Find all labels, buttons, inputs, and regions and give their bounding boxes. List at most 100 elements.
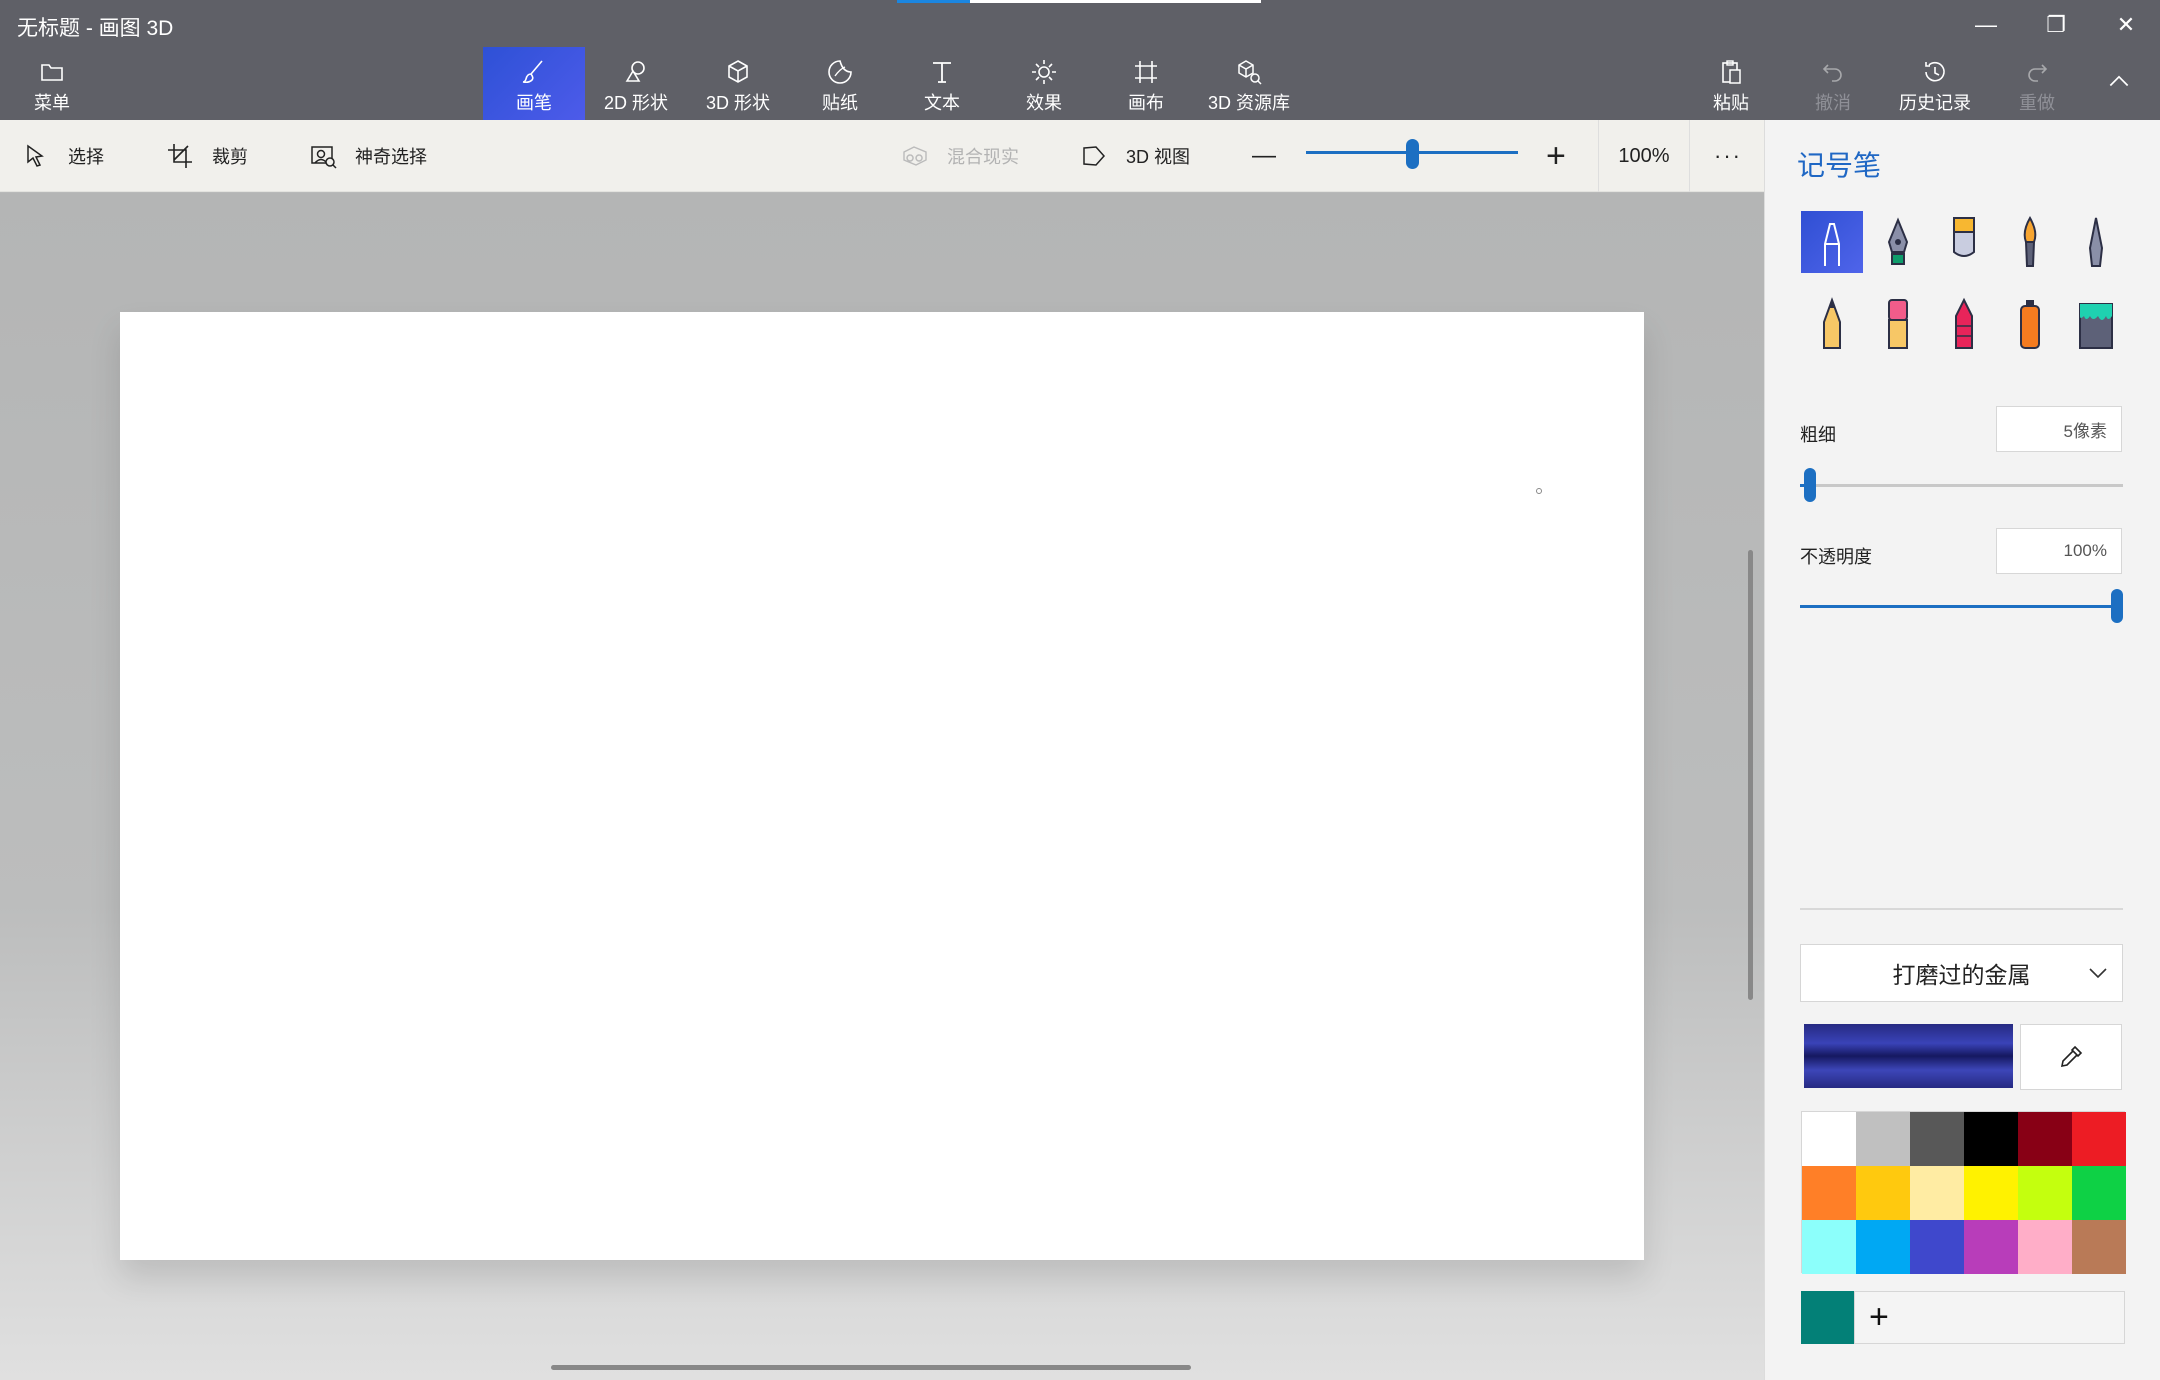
chevron-down-icon <box>2089 968 2107 979</box>
zoom-in-button[interactable]: + <box>1546 120 1566 192</box>
brush-spray-can[interactable] <box>1999 293 2061 355</box>
palette-color-14[interactable] <box>1910 1220 1964 1274</box>
palette-color-16[interactable] <box>2018 1220 2072 1274</box>
tab-stickers-label: 贴纸 <box>822 93 858 113</box>
tab-brushes-label: 画笔 <box>516 93 552 113</box>
tab-canvas-label: 画布 <box>1128 93 1164 113</box>
close-button[interactable]: ✕ <box>2092 0 2160 50</box>
palette-color-17[interactable] <box>2072 1220 2126 1274</box>
pixel-pen-icon <box>2088 217 2104 267</box>
oil-brush-icon <box>1953 217 1975 257</box>
thickness-slider-thumb[interactable] <box>1803 468 1816 502</box>
magic-select-icon <box>311 146 337 169</box>
more-options-button[interactable]: ··· <box>1714 120 1742 192</box>
calligraphy-pen-icon <box>1887 217 1909 265</box>
eyedropper-button[interactable] <box>2020 1024 2122 1090</box>
thickness-input[interactable]: 5像素 <box>1996 406 2122 452</box>
tab-3d-shapes-label: 3D 形状 <box>705 93 770 113</box>
zoom-out-button[interactable]: — <box>1252 120 1276 192</box>
palette-color-4[interactable] <box>2018 1112 2072 1166</box>
palette-color-8[interactable] <box>1910 1166 1964 1220</box>
collapse-ribbon-button[interactable] <box>2078 47 2160 120</box>
panel-divider <box>1800 908 2123 910</box>
tab-canvas[interactable]: 画布 <box>1095 47 1197 120</box>
palette-color-10[interactable] <box>2018 1166 2072 1220</box>
palette-color-12[interactable] <box>1802 1220 1856 1274</box>
palette-color-15[interactable] <box>1964 1220 2018 1274</box>
minimize-button[interactable]: — <box>1952 0 2020 50</box>
palette-color-13[interactable] <box>1856 1220 1910 1274</box>
thickness-slider-track[interactable] <box>1800 484 2123 487</box>
brush-pencil[interactable] <box>1801 293 1863 355</box>
brush-eraser[interactable] <box>1867 293 1929 355</box>
brush-crayon[interactable] <box>1933 293 1995 355</box>
drawing-canvas[interactable] <box>120 312 1644 1260</box>
brush-fill[interactable] <box>2065 293 2127 355</box>
palette-color-9[interactable] <box>1964 1166 2018 1220</box>
custom-color-swatch[interactable] <box>1801 1291 1854 1344</box>
zoom-slider-thumb[interactable] <box>1406 139 1419 169</box>
tab-3d-library[interactable]: 3D 资源库 <box>1197 47 1301 120</box>
opacity-slider-track[interactable] <box>1800 605 2123 608</box>
title-progress-fill <box>897 0 970 3</box>
crayon-icon <box>1955 297 1973 349</box>
effects-icon <box>1032 60 1056 84</box>
opacity-input[interactable]: 100% <box>1996 528 2122 574</box>
brush-cursor <box>1536 488 1542 494</box>
history-icon <box>1925 61 1945 82</box>
tab-2d-shapes[interactable]: 2D 形状 <box>585 47 687 120</box>
panel-title: 记号笔 <box>1797 150 1882 181</box>
tab-effects[interactable]: 效果 <box>993 47 1095 120</box>
tab-effects-label: 效果 <box>1026 93 1062 113</box>
crop-button[interactable]: 裁剪 <box>166 120 248 192</box>
3d-view-icon <box>1083 146 1106 166</box>
palette-color-11[interactable] <box>2072 1166 2126 1220</box>
brush-watercolor[interactable] <box>1999 211 2061 273</box>
3d-shapes-icon <box>728 60 748 83</box>
redo-button[interactable]: 重做 <box>1986 47 2088 120</box>
select-button[interactable]: 选择 <box>22 120 104 192</box>
palette-color-1[interactable] <box>1856 1112 1910 1166</box>
palette-color-2[interactable] <box>1910 1112 1964 1166</box>
brush-oil[interactable] <box>1933 211 1995 273</box>
brush-calligraphy-pen[interactable] <box>1867 211 1929 273</box>
3d-view-button[interactable]: 3D 视图 <box>1080 120 1190 192</box>
palette-color-3[interactable] <box>1964 1112 2018 1166</box>
undo-button[interactable]: 撤消 <box>1782 47 1884 120</box>
pencil-icon <box>1823 297 1841 349</box>
paste-label: 粘贴 <box>1713 93 1749 113</box>
opacity-slider-thumb[interactable] <box>2111 589 2123 623</box>
menu-label: 菜单 <box>34 93 70 113</box>
brush-marker[interactable] <box>1801 211 1863 273</box>
magic-select-button[interactable]: 神奇选择 <box>309 120 427 192</box>
restore-button[interactable]: ❐ <box>2022 0 2090 50</box>
mixed-reality-button[interactable]: 混合现实 <box>901 120 1019 192</box>
palette-color-5[interactable] <box>2072 1112 2126 1166</box>
palette-color-0[interactable] <box>1802 1112 1856 1166</box>
horizontal-scrollbar[interactable] <box>551 1365 1191 1370</box>
current-color-preview <box>1804 1024 2013 1088</box>
undo-icon <box>1822 64 1842 82</box>
tab-3d-shapes[interactable]: 3D 形状 <box>687 47 789 120</box>
tab-text[interactable]: 文本 <box>891 47 993 120</box>
paste-button[interactable]: 粘贴 <box>1680 47 1782 120</box>
history-button[interactable]: 历史记录 <box>1884 47 1986 120</box>
3d-library-icon <box>1238 60 1262 85</box>
watercolor-icon <box>2023 215 2037 267</box>
material-dropdown[interactable]: 打磨过的金属 <box>1800 944 2123 1002</box>
3d-view-label: 3D 视图 <box>1126 147 1191 167</box>
tab-2d-shapes-label: 2D 形状 <box>603 93 668 113</box>
magic-select-label: 神奇选择 <box>355 147 427 167</box>
canvas-icon <box>1135 61 1157 83</box>
brush-pixel-pen[interactable] <box>2065 211 2127 273</box>
menu-button[interactable]: 菜单 <box>2 47 102 120</box>
paste-icon <box>1722 60 1741 84</box>
vertical-scrollbar[interactable] <box>1748 550 1753 1000</box>
palette-color-7[interactable] <box>1856 1166 1910 1220</box>
zoom-value[interactable]: 100% <box>1598 120 1690 192</box>
tab-stickers[interactable]: 贴纸 <box>789 47 891 120</box>
eyedropper-icon <box>2060 1045 2083 1068</box>
add-color-button[interactable]: + <box>1854 1291 2125 1344</box>
palette-color-6[interactable] <box>1802 1166 1856 1220</box>
tab-brushes[interactable]: 画笔 <box>483 47 585 120</box>
